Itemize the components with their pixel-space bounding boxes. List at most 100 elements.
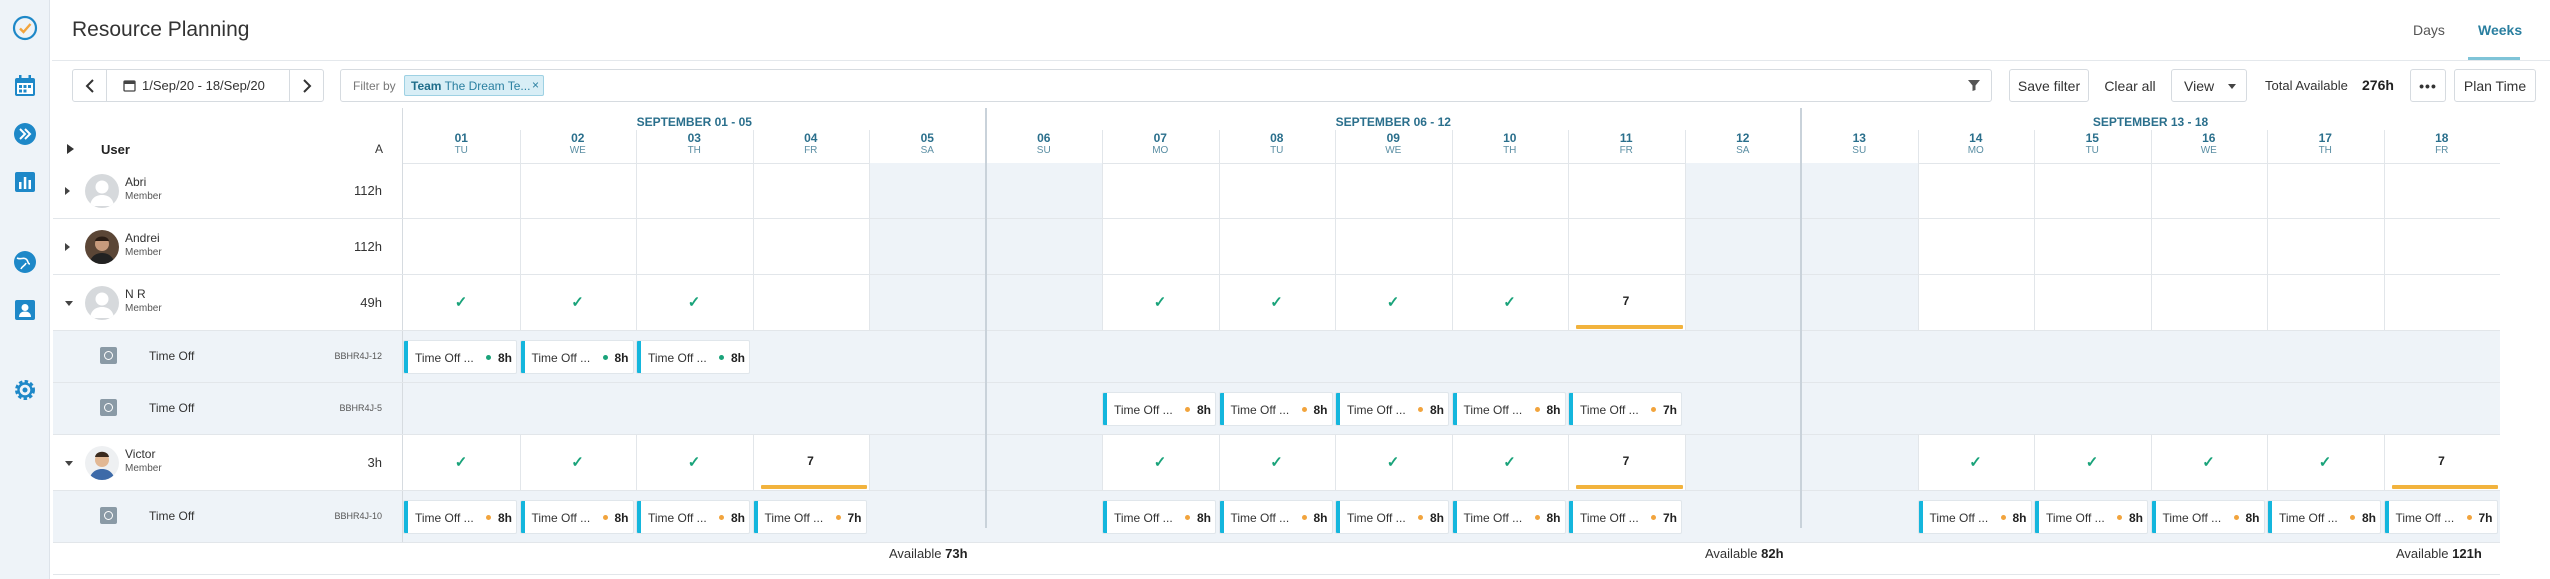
previous-period-button[interactable] (73, 70, 107, 101)
globe-icon[interactable] (11, 248, 39, 276)
timeoff-event[interactable]: Time Off ... 8h (637, 341, 749, 373)
timeoff-event[interactable]: Time Off ... 8h (2151, 501, 2264, 533)
day-divider (869, 275, 870, 331)
available-column-header[interactable]: A (375, 142, 383, 156)
day-divider (2383, 275, 2385, 331)
timeoff-event[interactable]: Time Off ... 8h (2268, 501, 2380, 533)
check-icon[interactable]: ✓ (636, 453, 752, 471)
date-range-picker[interactable]: 1/Sep/20 - 18/Sep/20 (123, 78, 265, 93)
user-cell[interactable]: Victor Member 3h (53, 435, 403, 491)
capacity-bar (2391, 485, 2498, 489)
chip-close-icon[interactable]: × (532, 78, 539, 92)
timeoff-event[interactable]: Time Off ... 7h (1569, 501, 1681, 533)
tab-weeks[interactable]: Weeks (2478, 22, 2522, 38)
day-hours-value[interactable]: 7 (1568, 454, 1684, 468)
tab-days[interactable]: Days (2413, 22, 2445, 38)
check-icon[interactable]: ✓ (1918, 453, 2034, 471)
timeoff-event[interactable]: Time Off ... 8h (1103, 501, 1215, 533)
day-number: 17 (2318, 131, 2332, 145)
bar-chart-icon[interactable] (11, 168, 39, 196)
weekend-cell (985, 219, 1102, 275)
day-number: 11 (1619, 131, 1633, 145)
status-dot-icon (1651, 407, 1656, 412)
timeoff-event[interactable]: Time Off ... 8h (1219, 393, 1332, 425)
gear-icon[interactable] (11, 376, 39, 404)
plan-time-button[interactable]: Plan Time (2454, 69, 2536, 102)
expand-row-icon[interactable] (65, 187, 70, 195)
check-icon[interactable]: ✓ (1452, 293, 1568, 311)
timeoff-event[interactable]: Time Off ... 8h (1103, 393, 1215, 425)
timeoff-event[interactable]: Time Off ... 8h (520, 501, 633, 533)
view-dropdown[interactable]: View (2171, 69, 2247, 102)
timeoff-event[interactable]: Time Off ... 7h (2384, 501, 2497, 533)
check-icon[interactable]: ✓ (1219, 293, 1335, 311)
calendar-icon[interactable] (11, 72, 39, 100)
timeoff-event[interactable]: Time Off ... 8h (2035, 501, 2147, 533)
user-cell[interactable]: Abri Member 112h (53, 163, 403, 219)
timeoff-event[interactable]: Time Off ... 7h (753, 501, 866, 533)
check-icon[interactable]: ✓ (403, 453, 519, 471)
check-icon[interactable]: ✓ (1335, 293, 1451, 311)
check-circle-icon[interactable] (11, 14, 39, 42)
status-dot-icon (486, 515, 491, 520)
collapse-row-icon[interactable] (65, 461, 73, 466)
day-hours-value[interactable]: 7 (1568, 294, 1684, 308)
timeoff-event[interactable]: Time Off ... 8h (1452, 501, 1565, 533)
weekend-cell (1801, 219, 1918, 275)
timeoff-event[interactable]: Time Off ... 8h (1452, 393, 1565, 425)
timeoff-event[interactable]: Time Off ... 8h (404, 501, 516, 533)
timeoff-event[interactable]: Time Off ... 8h (1336, 393, 1448, 425)
event-title: Time Off ... (1580, 403, 1639, 417)
event-hours: 7h (1662, 511, 1677, 525)
day-number: 16 (2202, 131, 2216, 145)
timeoff-event[interactable]: Time Off ... 8h (1918, 501, 2031, 533)
clear-all-button[interactable]: Clear all (2097, 69, 2163, 102)
check-icon[interactable]: ✓ (1452, 453, 1568, 471)
check-icon[interactable]: ✓ (520, 293, 636, 311)
timeoff-event[interactable]: Time Off ... 8h (404, 341, 516, 373)
filter-chip-team[interactable]: Team The Dream Te... × (404, 75, 544, 96)
timeoff-event[interactable]: Time Off ... 8h (1219, 501, 1332, 533)
day-divider (752, 275, 754, 331)
check-icon[interactable]: ✓ (2151, 453, 2267, 471)
filter-bar[interactable]: Filter by Team The Dream Te... × (340, 69, 1992, 102)
day-divider (2383, 163, 2385, 219)
check-icon[interactable]: ✓ (2267, 453, 2383, 471)
event-title: Time Off ... (415, 351, 474, 365)
timeoff-code: BBHR4J-5 (339, 403, 382, 413)
funnel-icon[interactable] (1967, 78, 1981, 92)
timeoff-cell[interactable]: Time Off BBHR4J-5 (53, 383, 403, 435)
check-icon[interactable]: ✓ (1102, 453, 1218, 471)
day-weekday: TU (454, 145, 468, 156)
expand-all-icon[interactable] (67, 144, 74, 154)
next-period-button[interactable] (289, 70, 323, 101)
user-column-header[interactable]: User (101, 142, 130, 157)
timeoff-event[interactable]: Time Off ... 8h (1336, 501, 1448, 533)
timeoff-cell[interactable]: Time Off BBHR4J-12 (53, 331, 403, 383)
timeoff-cell[interactable]: Time Off BBHR4J-10 (53, 491, 403, 543)
day-hours-value[interactable]: 7 (753, 454, 869, 468)
user-cell[interactable]: Andrei Member 112h (53, 219, 403, 275)
user-cell[interactable]: N R Member 49h (53, 275, 403, 331)
status-dot-icon (602, 355, 608, 360)
check-icon[interactable]: ✓ (2034, 453, 2150, 471)
chevron-double-right-icon[interactable] (11, 120, 39, 148)
check-icon[interactable]: ✓ (636, 293, 752, 311)
resource-grid: User A Available 73h Available 82h Avail… (53, 108, 2500, 579)
person-badge-icon[interactable] (11, 296, 39, 324)
expand-row-icon[interactable] (65, 243, 70, 251)
check-icon[interactable]: ✓ (1102, 293, 1218, 311)
check-icon[interactable]: ✓ (1335, 453, 1451, 471)
check-icon[interactable]: ✓ (520, 453, 636, 471)
check-icon[interactable]: ✓ (1219, 453, 1335, 471)
check-icon[interactable]: ✓ (403, 293, 519, 311)
user-role: Member (125, 303, 162, 314)
timeoff-event[interactable]: Time Off ... 8h (520, 341, 633, 373)
timeoff-event[interactable]: Time Off ... 8h (637, 501, 749, 533)
more-options-button[interactable]: ••• (2410, 69, 2446, 102)
collapse-row-icon[interactable] (65, 301, 73, 306)
day-hours-value[interactable]: 7 (2384, 454, 2500, 468)
save-filter-button[interactable]: Save filter (2009, 69, 2089, 102)
weekend-cell (869, 163, 986, 219)
timeoff-event[interactable]: Time Off ... 7h (1569, 393, 1681, 425)
